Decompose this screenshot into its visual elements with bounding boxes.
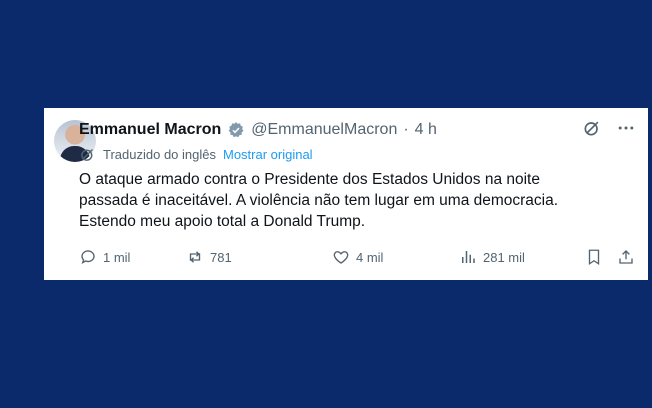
bookmark-button[interactable] [585,248,603,266]
timestamp[interactable]: 4 h [415,121,437,139]
translated-label: Traduzido do inglês [103,147,216,162]
repost-icon [189,251,201,263]
grok-icon[interactable] [582,118,602,138]
bookmark-icon [588,249,600,266]
reply-icon [81,250,95,265]
views-chart-icon [462,251,475,263]
more-options-icon[interactable] [616,118,636,138]
repost-count: 781 [210,249,232,265]
author-handle[interactable]: @EmmanuelMacron [251,121,397,139]
like-button[interactable]: 4 mil [332,248,383,266]
reply-button[interactable]: 1 mil [79,248,130,266]
views-button[interactable]: 281 mil [459,248,525,266]
tweet-text: O ataque armado contra o Presidente dos … [79,169,599,232]
tweet-line: Estendo meu apoio total a Donald Trump. [79,213,366,230]
tweet-line: passada é inaceitável. A violência não t… [79,192,559,209]
tweet-header: Emmanuel Macron @EmmanuelMacron · 4 h [79,118,636,142]
header-actions [582,118,636,138]
show-original-link[interactable]: Mostrar original [223,147,313,162]
share-icon [619,250,633,264]
author-name[interactable]: Emmanuel Macron [79,121,221,139]
repost-button[interactable]: 781 [186,248,232,266]
tweet-line: O ataque armado contra o Presidente dos … [79,171,540,188]
verified-badge-icon [228,122,244,138]
share-button[interactable] [617,248,635,266]
reply-count: 1 mil [103,249,131,265]
separator-dot: · [403,121,409,138]
tweet-card[interactable]: Emmanuel Macron @EmmanuelMacron · 4 h Tr… [44,108,648,280]
heart-icon [333,251,349,264]
like-count: 4 mil [356,249,384,265]
translation-row: Traduzido do inglês Mostrar original [79,146,313,163]
tweet-actions: 1 mil 781 4 mil 281 mil [79,248,636,270]
grok-translate-icon [81,149,93,161]
views-count: 281 mil [483,249,525,265]
